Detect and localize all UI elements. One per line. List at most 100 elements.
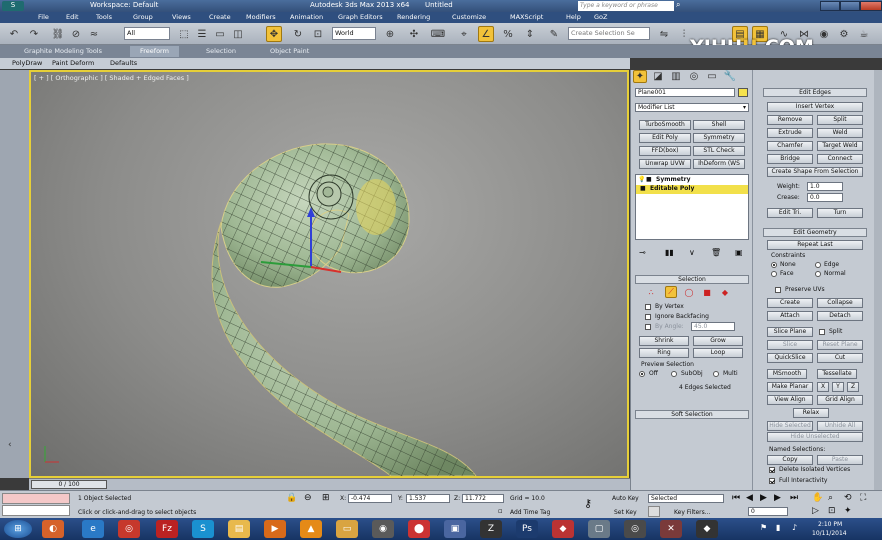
auto-key-button[interactable]: Auto Key xyxy=(612,495,639,502)
set-key-button[interactable]: Set Key xyxy=(614,509,637,516)
slice-plane-button[interactable]: Slice Plane xyxy=(767,327,813,337)
stack-item-symmetry[interactable]: 💡 ■ Symmetry xyxy=(636,176,748,185)
percent-snap-icon[interactable]: % xyxy=(500,26,516,42)
collapse-button[interactable]: Collapse xyxy=(817,298,863,308)
mod-unwrap-uvw-button[interactable]: Unwrap UVW xyxy=(639,159,691,169)
reference-coord-select[interactable]: World xyxy=(332,27,376,40)
search-icon[interactable]: ⌕ xyxy=(676,0,680,10)
soft-selection-rollout-header[interactable]: Soft Selection xyxy=(635,410,749,419)
insert-vertex-button[interactable]: Insert Vertex xyxy=(767,102,863,112)
transform-mode-icon[interactable]: ⊞ xyxy=(322,493,330,503)
rotate-icon[interactable]: ↻ xyxy=(290,26,306,42)
grow-button[interactable]: Grow xyxy=(693,336,743,346)
clock-date[interactable]: 10/11/2014 xyxy=(812,530,847,537)
select-by-name-icon[interactable]: ☰ xyxy=(194,26,210,42)
ring-button[interactable]: Ring xyxy=(639,348,689,358)
create-button[interactable]: Create xyxy=(767,298,813,308)
orbit-icon[interactable]: ⟲ xyxy=(844,493,852,503)
menu-edit[interactable]: Edit xyxy=(66,13,79,21)
edit-tri-button[interactable]: Edit Tri. xyxy=(767,208,813,218)
angle-snap-icon[interactable]: ∠ xyxy=(478,26,494,42)
constraint-none-radio[interactable] xyxy=(771,262,777,268)
edit-geometry-rollout-header[interactable]: Edit Geometry xyxy=(763,228,867,237)
keyboard-shortcut-icon[interactable]: ⌨ xyxy=(430,26,446,42)
connect-button[interactable]: Connect xyxy=(817,154,863,164)
selection-rollout-header[interactable]: Selection xyxy=(635,275,749,284)
snap-toggle-icon[interactable]: ⌖ xyxy=(456,26,472,42)
display-tab-icon[interactable]: ▭ xyxy=(705,70,719,83)
z-coord-field[interactable]: 11.772 xyxy=(462,494,504,503)
by-vertex-checkbox[interactable] xyxy=(645,304,651,310)
close-button[interactable] xyxy=(860,1,882,11)
app-a-icon[interactable]: ◉ xyxy=(372,520,394,538)
split-button[interactable]: Split xyxy=(817,115,863,125)
msmooth-button[interactable]: MSmooth xyxy=(767,369,807,379)
target-weld-button[interactable]: Target Weld xyxy=(817,141,863,151)
cut-button[interactable]: Cut xyxy=(817,353,863,363)
object-color-swatch[interactable] xyxy=(738,88,748,97)
redo-icon[interactable]: ↷ xyxy=(26,26,42,42)
remove-modifier-icon[interactable]: 🗑 xyxy=(711,248,721,257)
menu-file[interactable]: File xyxy=(38,13,49,21)
maximize-button[interactable] xyxy=(840,1,860,11)
goto-start-icon[interactable]: ⏮ xyxy=(732,493,740,503)
planar-z-button[interactable]: Z xyxy=(847,382,859,392)
explorer-icon[interactable]: ▤ xyxy=(228,520,250,538)
fov-icon[interactable]: ▷ xyxy=(812,506,819,516)
remove-button[interactable]: Remove xyxy=(767,115,813,125)
bind-space-warp-icon[interactable]: ≈ xyxy=(86,26,102,42)
preserve-uvs-checkbox[interactable] xyxy=(775,287,781,293)
menu-goz[interactable]: GoZ xyxy=(594,13,607,21)
show-end-result-icon[interactable]: ▮▮ xyxy=(665,248,674,257)
turn-button[interactable]: Turn xyxy=(817,208,863,218)
weight-field[interactable]: 1.0 xyxy=(807,182,843,191)
rect-selection-icon[interactable]: ▭ xyxy=(212,26,228,42)
render-setup-icon[interactable]: ⚙ xyxy=(836,26,852,42)
object-name-field[interactable]: Plane001 xyxy=(635,88,735,97)
menu-maxscript[interactable]: MAXScript xyxy=(510,13,543,21)
time-slider-thumb[interactable]: 0 / 100 xyxy=(31,480,107,489)
key-filters-button[interactable]: Key Filters... xyxy=(674,509,711,516)
move-icon[interactable]: ✥ xyxy=(266,26,282,42)
hierarchy-tab-icon[interactable]: ▥ xyxy=(669,70,683,83)
utilities-tab-icon[interactable]: 🔧 xyxy=(723,70,737,83)
planar-y-button[interactable]: Y xyxy=(832,382,844,392)
menu-tools[interactable]: Tools xyxy=(96,13,112,21)
bridge-button[interactable]: Bridge xyxy=(767,154,813,164)
tray-flag-icon[interactable]: ⚑ xyxy=(760,523,767,532)
isolate-icon[interactable]: ⊖ xyxy=(304,493,312,503)
goto-end-icon[interactable]: ⏭ xyxy=(790,493,798,503)
copy-button[interactable]: Copy xyxy=(767,455,813,465)
border-mode-icon[interactable]: ◯ xyxy=(683,286,695,298)
play-icon[interactable]: ▶ xyxy=(760,493,767,503)
chamfer-button[interactable]: Chamfer xyxy=(767,141,813,151)
app-e-icon[interactable]: ◆ xyxy=(696,520,718,538)
mod-ihdeform-button[interactable]: IhDeform (WS xyxy=(693,159,745,169)
ribbon-paint-deform[interactable]: Paint Deform xyxy=(52,59,94,67)
menu-animation[interactable]: Animation xyxy=(290,13,323,21)
link-icon[interactable]: ⛓ xyxy=(50,26,66,42)
tessellate-button[interactable]: Tessellate xyxy=(817,369,857,379)
preview-off-radio[interactable] xyxy=(639,371,645,377)
slice-button[interactable]: Slice xyxy=(767,340,813,350)
mod-edit-poly-button[interactable]: Edit Poly xyxy=(639,133,691,143)
create-shape-button[interactable]: Create Shape From Selection xyxy=(767,167,863,177)
ribbon-polydraw[interactable]: PolyDraw xyxy=(12,59,42,67)
tab-freeform[interactable]: Freeform xyxy=(130,46,179,57)
unhide-all-button[interactable]: Unhide All xyxy=(817,421,863,431)
mod-shell-button[interactable]: Shell xyxy=(693,120,745,130)
ribbon-defaults[interactable]: Defaults xyxy=(110,59,137,67)
named-selection-set-select[interactable]: Create Selection Se xyxy=(568,27,650,40)
x-coord-field[interactable]: -0.474 xyxy=(348,494,392,503)
tray-network-icon[interactable]: ▮ xyxy=(776,523,780,532)
app-d-icon[interactable]: ✕ xyxy=(660,520,682,538)
select-manipulate-icon[interactable]: ✣ xyxy=(406,26,422,42)
tray-volume-icon[interactable]: ♪ xyxy=(792,523,797,532)
screen-icon[interactable]: ▣ xyxy=(444,520,466,538)
menu-views[interactable]: Views xyxy=(172,13,191,21)
make-planar-button[interactable]: Make Planar xyxy=(767,382,813,392)
detach-button[interactable]: Detach xyxy=(817,311,863,321)
ie-icon[interactable]: e xyxy=(82,520,104,538)
spinner-snap-icon[interactable]: ⇕ xyxy=(522,26,538,42)
mod-symmetry-button[interactable]: Symmetry xyxy=(693,133,745,143)
